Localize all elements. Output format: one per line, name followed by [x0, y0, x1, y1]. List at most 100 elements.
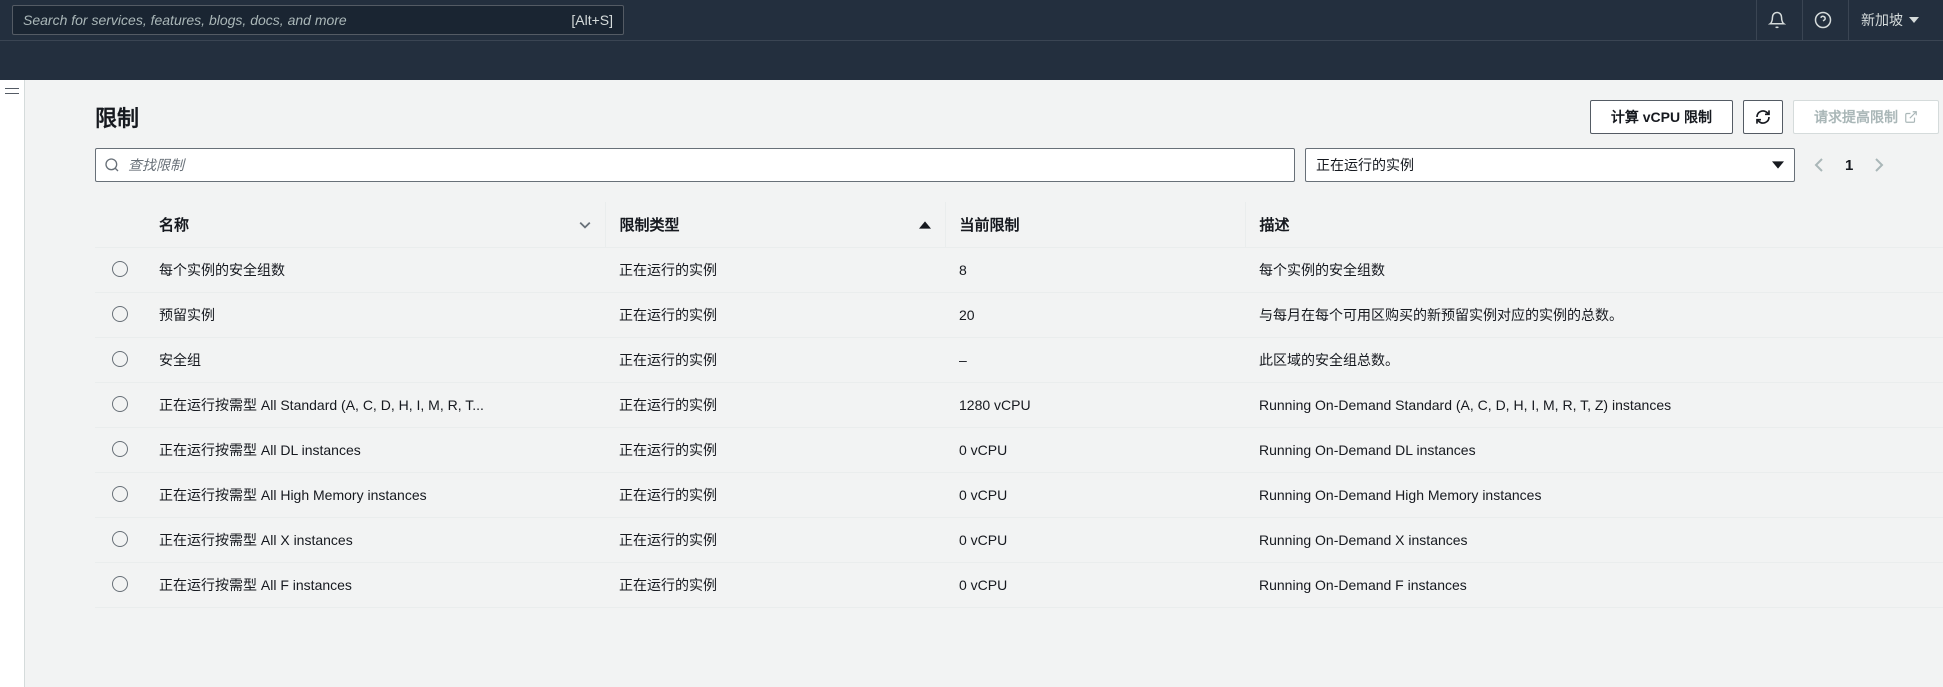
- row-limit-cell: 8: [945, 248, 1245, 293]
- pager-next-button[interactable]: [1865, 151, 1893, 179]
- row-select-cell: [95, 428, 145, 473]
- row-select-cell: [95, 338, 145, 383]
- pager-page-number: 1: [1837, 157, 1861, 174]
- row-type-cell: 正在运行的实例: [605, 338, 945, 383]
- page-actions: 计算 vCPU 限制 请求提高限制: [1590, 100, 1939, 134]
- table-row: 正在运行按需型 All DL instances正在运行的实例0 vCPURun…: [95, 428, 1943, 473]
- row-select-radio[interactable]: [112, 261, 128, 277]
- top-navbar: [Alt+S] 新加坡: [0, 0, 1943, 40]
- row-type-cell: 正在运行的实例: [605, 383, 945, 428]
- search-icon: [104, 157, 120, 173]
- row-name-cell: 正在运行按需型 All High Memory instances: [145, 473, 605, 518]
- col-header-name-label: 名称: [159, 214, 189, 235]
- table-row: 正在运行按需型 All X instances正在运行的实例0 vCPURunn…: [95, 518, 1943, 563]
- region-selector[interactable]: 新加坡: [1848, 0, 1931, 40]
- row-select-cell: [95, 383, 145, 428]
- row-select-cell: [95, 473, 145, 518]
- row-desc-cell: Running On-Demand Standard (A, C, D, H, …: [1245, 383, 1943, 428]
- pagination: 1: [1805, 151, 1893, 179]
- external-link-icon: [1904, 110, 1918, 124]
- row-type-cell: 正在运行的实例: [605, 293, 945, 338]
- pager-prev-button[interactable]: [1805, 151, 1833, 179]
- filter-search-box[interactable]: [95, 148, 1295, 182]
- hamburger-icon: [5, 88, 19, 94]
- table-row: 安全组正在运行的实例–此区域的安全组总数。: [95, 338, 1943, 383]
- caret-down-icon: [1772, 161, 1784, 169]
- col-header-desc[interactable]: 描述: [1245, 202, 1943, 248]
- row-limit-cell: 0 vCPU: [945, 518, 1245, 563]
- page-title: 限制: [95, 101, 139, 133]
- row-select-radio[interactable]: [112, 351, 128, 367]
- row-type-cell: 正在运行的实例: [605, 473, 945, 518]
- col-header-select: [95, 202, 145, 248]
- row-type-cell: 正在运行的实例: [605, 248, 945, 293]
- table-row: 正在运行按需型 All High Memory instances正在运行的实例…: [95, 473, 1943, 518]
- table-row: 每个实例的安全组数正在运行的实例8每个实例的安全组数: [95, 248, 1943, 293]
- help-icon: [1814, 11, 1832, 29]
- col-header-current-label: 当前限制: [960, 217, 1020, 234]
- sub-navbar: [0, 40, 1943, 80]
- main-content: 限制 计算 vCPU 限制 请求提高限制: [25, 80, 1943, 687]
- limits-table: 名称 限制类型: [95, 202, 1943, 608]
- chevron-right-icon: [1874, 158, 1884, 172]
- nav-right: 新加坡: [1756, 0, 1931, 40]
- row-name-cell: 预留实例: [145, 293, 605, 338]
- row-type-cell: 正在运行的实例: [605, 428, 945, 473]
- sort-dropdown-icon: [579, 221, 591, 229]
- refresh-button[interactable]: [1743, 100, 1783, 134]
- help-button[interactable]: [1802, 0, 1842, 40]
- row-name-cell: 每个实例的安全组数: [145, 248, 605, 293]
- table-row: 正在运行按需型 All Standard (A, C, D, H, I, M, …: [95, 383, 1943, 428]
- row-select-radio[interactable]: [112, 576, 128, 592]
- row-select-radio[interactable]: [112, 396, 128, 412]
- col-header-type-label: 限制类型: [620, 214, 680, 235]
- row-desc-cell: 与每月在每个可用区购买的新预留实例对应的实例的总数。: [1245, 293, 1943, 338]
- request-limit-increase-button[interactable]: 请求提高限制: [1793, 100, 1939, 134]
- sidebar-toggle[interactable]: [0, 80, 25, 687]
- filter-search-input[interactable]: [120, 157, 1286, 173]
- row-select-radio[interactable]: [112, 441, 128, 457]
- row-select-cell: [95, 293, 145, 338]
- chevron-left-icon: [1814, 158, 1824, 172]
- row-limit-cell: 0 vCPU: [945, 563, 1245, 608]
- nav-search-wrapper[interactable]: [Alt+S]: [12, 5, 624, 35]
- col-header-desc-label: 描述: [1260, 217, 1290, 234]
- row-limit-cell: –: [945, 338, 1245, 383]
- nav-search-shortcut: [Alt+S]: [571, 12, 613, 28]
- bell-icon: [1768, 11, 1786, 29]
- region-label: 新加坡: [1861, 10, 1903, 30]
- row-desc-cell: 每个实例的安全组数: [1245, 248, 1943, 293]
- calculate-vcpu-button[interactable]: 计算 vCPU 限制: [1590, 100, 1733, 134]
- nav-search-input[interactable]: [23, 12, 571, 28]
- row-type-cell: 正在运行的实例: [605, 518, 945, 563]
- row-type-cell: 正在运行的实例: [605, 563, 945, 608]
- row-name-cell: 正在运行按需型 All X instances: [145, 518, 605, 563]
- table-row: 正在运行按需型 All F instances正在运行的实例0 vCPURunn…: [95, 563, 1943, 608]
- row-name-cell: 安全组: [145, 338, 605, 383]
- row-desc-cell: Running On-Demand F instances: [1245, 563, 1943, 608]
- col-header-name[interactable]: 名称: [145, 202, 605, 248]
- row-desc-cell: Running On-Demand X instances: [1245, 518, 1943, 563]
- row-select-cell: [95, 518, 145, 563]
- request-limit-label: 请求提高限制: [1814, 107, 1898, 127]
- row-select-cell: [95, 563, 145, 608]
- col-header-current[interactable]: 当前限制: [945, 202, 1245, 248]
- row-limit-cell: 0 vCPU: [945, 428, 1245, 473]
- filter-type-select[interactable]: 正在运行的实例: [1305, 148, 1795, 182]
- row-limit-cell: 20: [945, 293, 1245, 338]
- row-name-cell: 正在运行按需型 All DL instances: [145, 428, 605, 473]
- row-select-radio[interactable]: [112, 306, 128, 322]
- row-desc-cell: Running On-Demand High Memory instances: [1245, 473, 1943, 518]
- row-select-radio[interactable]: [112, 531, 128, 547]
- sort-asc-icon: [919, 221, 931, 229]
- refresh-icon: [1755, 109, 1771, 125]
- col-header-type[interactable]: 限制类型: [605, 202, 945, 248]
- row-select-cell: [95, 248, 145, 293]
- row-select-radio[interactable]: [112, 486, 128, 502]
- notifications-button[interactable]: [1756, 0, 1796, 40]
- caret-down-icon: [1909, 17, 1919, 23]
- row-name-cell: 正在运行按需型 All Standard (A, C, D, H, I, M, …: [145, 383, 605, 428]
- table-row: 预留实例正在运行的实例20与每月在每个可用区购买的新预留实例对应的实例的总数。: [95, 293, 1943, 338]
- row-name-cell: 正在运行按需型 All F instances: [145, 563, 605, 608]
- filter-select-value: 正在运行的实例: [1316, 155, 1414, 175]
